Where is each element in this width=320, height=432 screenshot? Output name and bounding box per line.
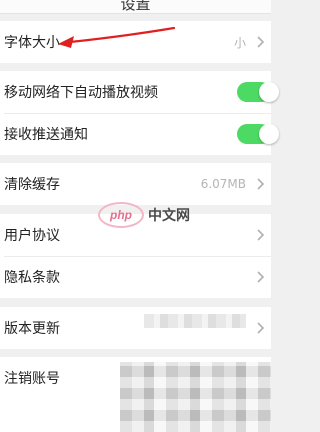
font-size-label: 字体大小 bbox=[4, 35, 60, 51]
chevron-right-icon bbox=[255, 177, 267, 191]
privacy-row[interactable]: 隐私条款 bbox=[0, 256, 271, 298]
version-update-label: 版本更新 bbox=[4, 321, 60, 337]
settings-group-cache: 清除缓存 6.07MB bbox=[0, 163, 271, 205]
toggle-knob bbox=[259, 124, 279, 144]
watermark-text: 中文网 bbox=[148, 208, 190, 224]
settings-group-display: 字体大小 小 bbox=[0, 21, 271, 63]
settings-group-toggles: 移动网络下自动播放视频 接收推送通知 bbox=[0, 71, 279, 155]
push-label: 接收推送通知 bbox=[4, 127, 88, 143]
cancel-account-label: 注销账号 bbox=[4, 371, 60, 387]
font-size-row[interactable]: 字体大小 小 bbox=[0, 21, 271, 63]
chevron-right-icon bbox=[255, 228, 267, 242]
chevron-right-icon bbox=[255, 270, 267, 284]
watermark: php 中文网 bbox=[98, 200, 210, 230]
clear-cache-label: 清除缓存 bbox=[4, 177, 60, 193]
php-logo: php bbox=[98, 202, 144, 228]
clear-cache-row[interactable]: 清除缓存 6.07MB bbox=[0, 163, 271, 205]
cache-size-value: 6.07MB bbox=[200, 177, 246, 191]
autoplay-toggle[interactable] bbox=[237, 82, 279, 102]
autoplay-label: 移动网络下自动播放视频 bbox=[4, 85, 158, 101]
page-title: 设置 bbox=[120, 0, 151, 13]
autoplay-row: 移动网络下自动播放视频 bbox=[0, 71, 279, 113]
font-size-value: 小 bbox=[233, 35, 246, 50]
title-bar: 设置 bbox=[0, 0, 271, 14]
chevron-right-icon bbox=[255, 35, 267, 49]
privacy-label: 隐私条款 bbox=[4, 270, 60, 286]
push-row: 接收推送通知 bbox=[0, 113, 279, 155]
toggle-knob bbox=[259, 82, 279, 102]
obscured-version-text bbox=[144, 314, 246, 328]
user-agreement-label: 用户协议 bbox=[4, 228, 60, 244]
chevron-right-icon bbox=[255, 321, 267, 335]
push-toggle[interactable] bbox=[237, 124, 279, 144]
obscured-image bbox=[120, 362, 271, 432]
